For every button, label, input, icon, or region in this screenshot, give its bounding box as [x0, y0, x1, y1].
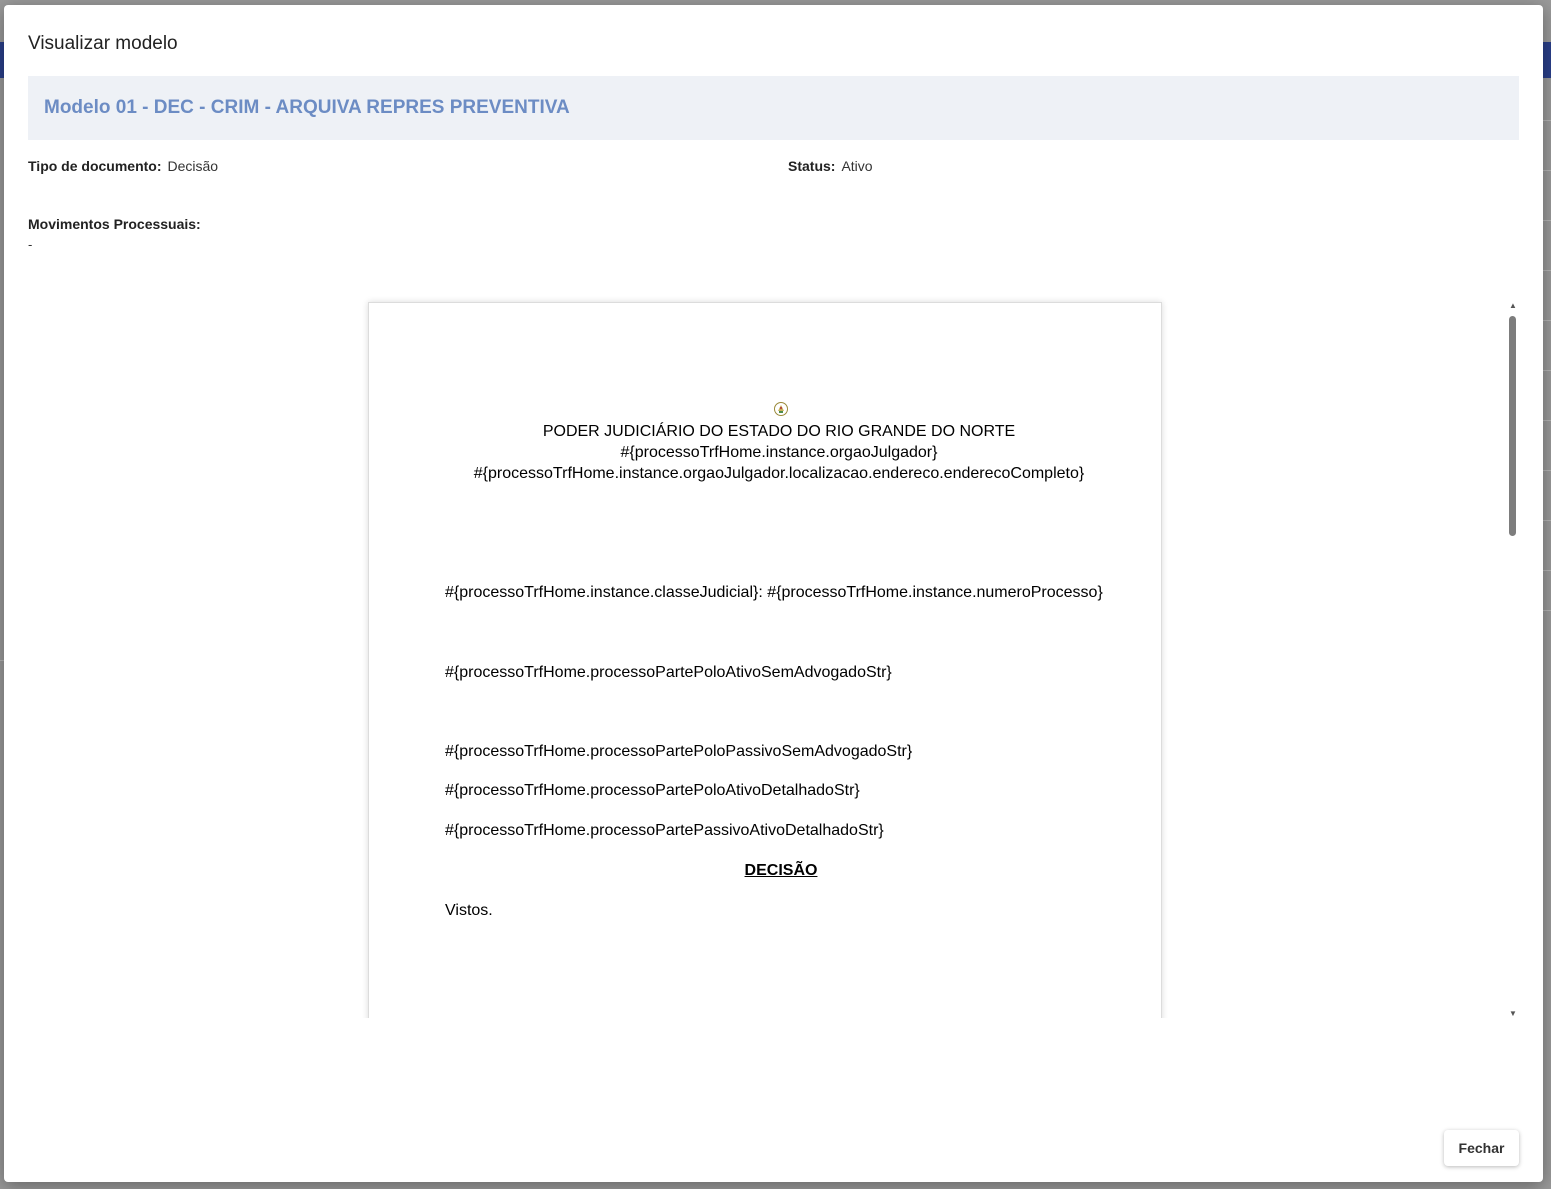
polo-ativo-line: #{processoTrfHome.processoPartePoloAtivo…	[445, 664, 892, 681]
scrollbar-thumb[interactable]	[1509, 316, 1516, 536]
status-label: Status:	[788, 158, 836, 174]
polo-passivo-line: #{processoTrfHome.processoPartePoloPassi…	[445, 743, 913, 760]
view-model-dialog: Visualizar modelo Modelo 01 - DEC - CRIM…	[4, 5, 1543, 1182]
document-type-label: Tipo de documento:	[28, 158, 162, 174]
class-number-line: #{processoTrfHome.instance.classeJudicia…	[445, 584, 1103, 601]
header-line-3: #{processoTrfHome.instance.orgaoJulgador…	[473, 465, 1085, 482]
scroll-up-arrow-icon[interactable]: ▲	[1507, 300, 1519, 310]
court-crest-icon	[774, 402, 788, 416]
scroll-down-arrow-icon[interactable]: ▼	[1507, 1008, 1519, 1018]
header-line-2: #{processoTrfHome.instance.orgaoJulgador…	[620, 444, 938, 461]
body-first-line: Vistos.	[445, 902, 493, 919]
movements-label: Movimentos Processuais:	[28, 216, 201, 232]
polo-ativo-detalhado-line: #{processoTrfHome.processoPartePoloAtivo…	[445, 782, 860, 799]
passivo-ativo-detalhado-line: #{processoTrfHome.processoPartePassivoAt…	[445, 822, 884, 839]
document-type-value: Decisão	[167, 158, 219, 174]
decision-title: DECISÃO	[744, 862, 818, 879]
header-line-1: PODER JUDICIÁRIO DO ESTADO DO RIO GRANDE…	[542, 423, 1016, 440]
document-type: Tipo de documento: Decisão	[28, 158, 218, 176]
movements-value: -	[28, 237, 33, 252]
model-name: Modelo 01 - DEC - CRIM - ARQUIVA REPRES …	[44, 97, 570, 118]
close-button[interactable]: Fechar	[1444, 1130, 1519, 1166]
model-header: Modelo 01 - DEC - CRIM - ARQUIVA REPRES …	[28, 76, 1519, 140]
document-page: PODER JUDICIÁRIO DO ESTADO DO RIO GRANDE…	[368, 302, 1162, 1018]
dialog-title: Visualizar modelo	[28, 33, 178, 54]
status: Status: Ativo	[788, 158, 873, 176]
status-value: Ativo	[841, 158, 873, 174]
document-preview[interactable]: PODER JUDICIÁRIO DO ESTADO DO RIO GRANDE…	[28, 296, 1519, 1018]
